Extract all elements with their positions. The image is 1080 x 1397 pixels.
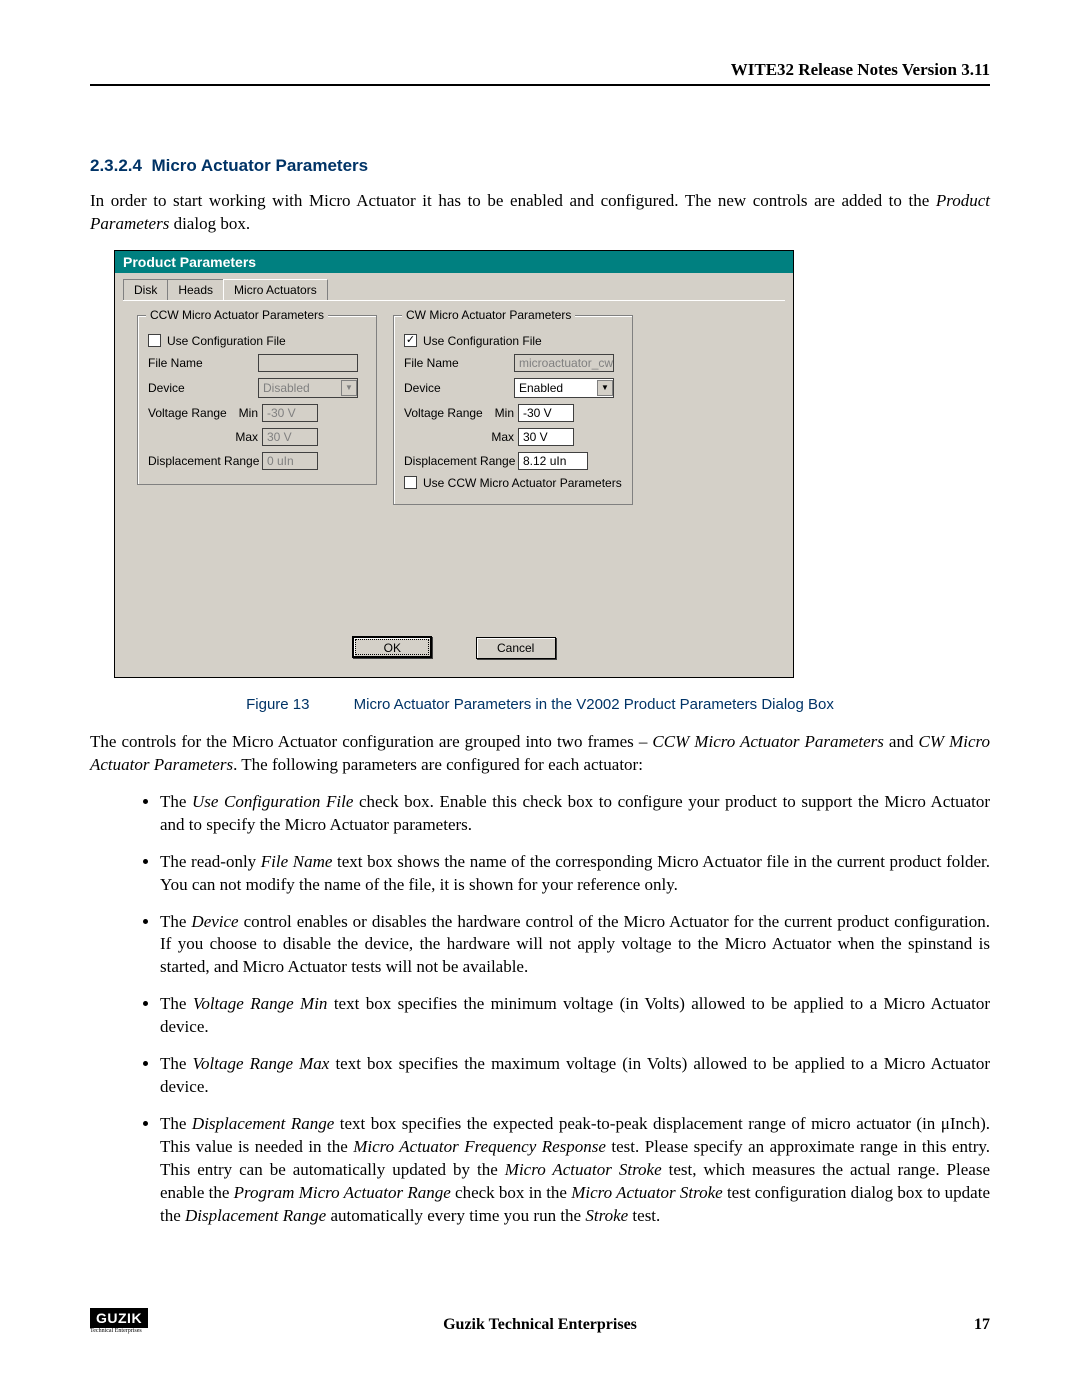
tab-heads[interactable]: Heads	[167, 279, 224, 300]
list-item: The Device control enables or disables t…	[160, 911, 990, 980]
section-number: 2.3.2.4	[90, 156, 142, 175]
ccw-min-field: -30 V	[262, 404, 318, 422]
tab-micro-actuators[interactable]: Micro Actuators	[223, 279, 328, 300]
ok-button[interactable]: OK	[352, 636, 432, 658]
section-title: Micro Actuator Parameters	[151, 156, 368, 175]
ccw-max-label: Max	[232, 430, 262, 444]
cw-filename-field: microactuator_cw	[514, 354, 614, 372]
list-item: The Displacement Range text box specifie…	[160, 1113, 990, 1228]
chevron-down-icon: ▼	[341, 380, 357, 396]
cw-use-config-checkbox[interactable]: ✓	[404, 334, 417, 347]
frames-paragraph: The controls for the Micro Actuator conf…	[90, 731, 990, 777]
ccw-vrange-label: Voltage Range	[148, 406, 232, 420]
cw-vrange-label: Voltage Range	[404, 406, 488, 420]
tab-panel: CCW Micro Actuator Parameters Use Config…	[123, 300, 785, 620]
section-heading: 2.3.2.4 Micro Actuator Parameters	[90, 156, 990, 176]
cw-max-label: Max	[488, 430, 518, 444]
parameter-bullet-list: The Use Configuration File check box. En…	[90, 791, 990, 1228]
chevron-down-icon[interactable]: ▼	[597, 380, 613, 396]
cw-min-label: Min	[488, 406, 518, 420]
figure-caption: Figure 13 Micro Actuator Parameters in t…	[90, 696, 990, 713]
cw-use-ccw-label: Use CCW Micro Actuator Parameters	[423, 476, 622, 490]
figure-number: Figure 13	[246, 696, 309, 713]
cw-filename-label: File Name	[404, 356, 514, 370]
ccw-device-label: Device	[148, 381, 258, 395]
list-item: The Voltage Range Max text box specifies…	[160, 1053, 990, 1099]
list-item: The Voltage Range Min text box specifies…	[160, 993, 990, 1039]
ccw-min-label: Min	[232, 406, 262, 420]
page-header: WITE32 Release Notes Version 3.11	[90, 60, 990, 86]
ccw-filename-label: File Name	[148, 356, 258, 370]
ccw-legend: CCW Micro Actuator Parameters	[146, 308, 328, 322]
cancel-button[interactable]: Cancel	[476, 637, 556, 659]
cw-min-field[interactable]: -30 V	[518, 404, 574, 422]
product-parameters-dialog: Product Parameters DiskHeadsMicro Actuat…	[114, 250, 794, 678]
dialog-button-row: OK Cancel	[115, 628, 793, 677]
tab-disk[interactable]: Disk	[123, 279, 168, 300]
figure-text: Micro Actuator Parameters in the V2002 P…	[354, 696, 834, 713]
ccw-use-config-checkbox[interactable]	[148, 334, 161, 347]
footer-company: Guzik Technical Enterprises	[90, 1316, 990, 1334]
ccw-filename-field	[258, 354, 358, 372]
cw-device-label: Device	[404, 381, 514, 395]
cw-max-field[interactable]: 30 V	[518, 428, 574, 446]
tab-strip: DiskHeadsMicro Actuators	[115, 273, 793, 300]
list-item: The Use Configuration File check box. En…	[160, 791, 990, 837]
cw-groupbox: CW Micro Actuator Parameters ✓ Use Confi…	[393, 315, 633, 505]
ccw-device-select: Disabled ▼	[258, 378, 358, 398]
ccw-disp-field: 0 uIn	[262, 452, 318, 470]
ccw-use-config-label: Use Configuration File	[167, 334, 286, 348]
list-item: The read-only File Name text box shows t…	[160, 851, 990, 897]
cw-use-config-label: Use Configuration File	[423, 334, 542, 348]
ccw-groupbox: CCW Micro Actuator Parameters Use Config…	[137, 315, 377, 485]
ccw-disp-label: Displacement Range	[148, 454, 262, 468]
cw-device-select[interactable]: Enabled ▼	[514, 378, 614, 398]
ccw-max-field: 30 V	[262, 428, 318, 446]
page-footer: GUZIK Technical Enterprises Guzik Techni…	[90, 1308, 990, 1338]
cw-disp-label: Displacement Range	[404, 454, 518, 468]
cw-legend: CW Micro Actuator Parameters	[402, 308, 575, 322]
cw-use-ccw-checkbox[interactable]	[404, 476, 417, 489]
cw-disp-field[interactable]: 8.12 uIn	[518, 452, 588, 470]
intro-paragraph: In order to start working with Micro Act…	[90, 190, 990, 236]
dialog-title-bar: Product Parameters	[115, 251, 793, 273]
